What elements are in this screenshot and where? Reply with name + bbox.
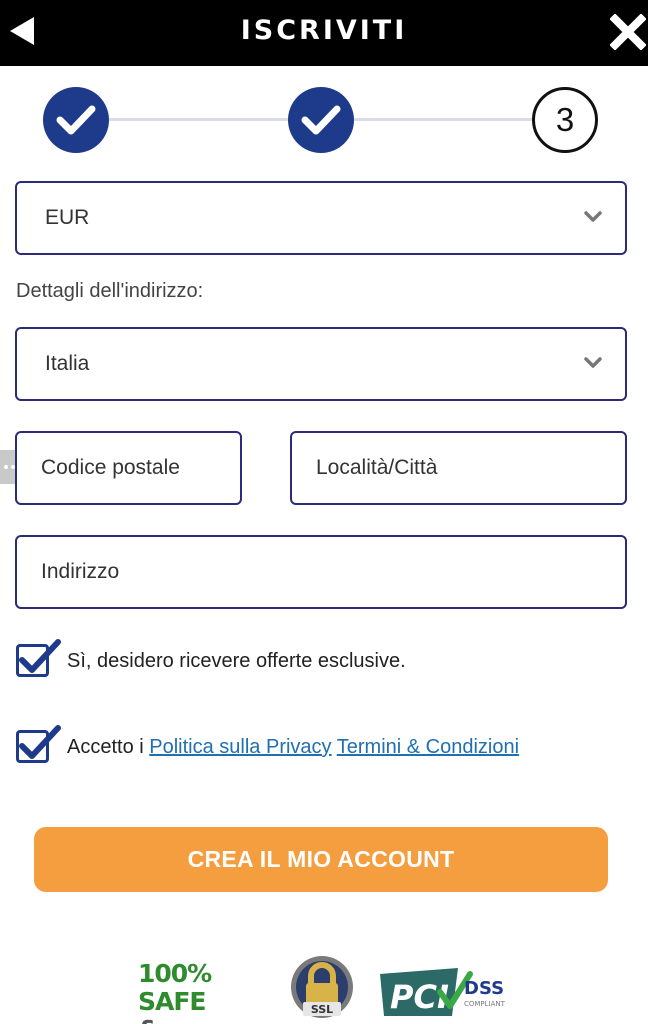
- terms-conditions-link[interactable]: Termini & Condizioni: [337, 736, 519, 758]
- header-bar: ISCRIVITI: [0, 0, 648, 66]
- step-connector: [354, 118, 534, 121]
- currency-value: EUR: [45, 206, 90, 229]
- offers-checkbox-label: Sì, desidero ricevere offerte esclusive.: [67, 650, 406, 672]
- page-title: ISCRIVITI: [240, 15, 408, 46]
- dss-text: DSS: [464, 978, 504, 999]
- step-1-complete: [43, 87, 109, 153]
- checkmark-icon: [19, 725, 61, 759]
- checkmark-icon: [56, 105, 96, 135]
- terms-prefix: Accetto i: [67, 736, 150, 758]
- safe-badge-line2: & SECURE: [138, 1016, 266, 1024]
- step-3-current: 3: [532, 87, 598, 153]
- terms-checkbox-label: Accetto i Politica sulla Privacy Termini…: [67, 736, 519, 759]
- country-value: Italia: [45, 352, 90, 375]
- chevron-down-icon: [584, 357, 602, 368]
- step-2-complete: [288, 87, 354, 153]
- address-section-label: Dettagli dell'indirizzo:: [16, 280, 204, 302]
- checkmark-icon: [19, 639, 61, 673]
- compliant-text: COMPLIANT: [464, 1000, 506, 1008]
- progress-stepper: 3: [0, 66, 648, 174]
- ssl-text: SSL: [311, 1003, 333, 1016]
- city-input[interactable]: Località/Città: [290, 431, 627, 505]
- pci-dss-badge: PCI DSS COMPLIANT: [378, 966, 510, 1018]
- city-placeholder: Località/Città: [316, 456, 438, 479]
- terms-checkbox[interactable]: [14, 724, 62, 764]
- postal-code-placeholder: Codice postale: [41, 456, 180, 479]
- safe-badge-line1: 100% SAFE: [138, 959, 212, 1016]
- checkmark-icon: [301, 105, 341, 135]
- ssl-lock-icon: SSL: [289, 954, 355, 1020]
- postal-code-input[interactable]: Codice postale: [15, 431, 242, 505]
- offers-checkbox[interactable]: [14, 638, 62, 678]
- close-icon[interactable]: [609, 13, 647, 51]
- step-connector: [108, 118, 290, 121]
- safe-secure-badge: 100% SAFE & SECURE: [138, 960, 266, 1024]
- privacy-policy-link[interactable]: Politica sulla Privacy: [149, 736, 331, 758]
- country-select[interactable]: Italia: [15, 327, 627, 401]
- address-input[interactable]: Indirizzo: [15, 535, 627, 609]
- address-placeholder: Indirizzo: [41, 560, 120, 583]
- chevron-down-icon: [584, 211, 602, 222]
- create-account-button[interactable]: CREA IL MIO ACCOUNT: [34, 827, 608, 892]
- currency-select[interactable]: EUR: [15, 181, 627, 255]
